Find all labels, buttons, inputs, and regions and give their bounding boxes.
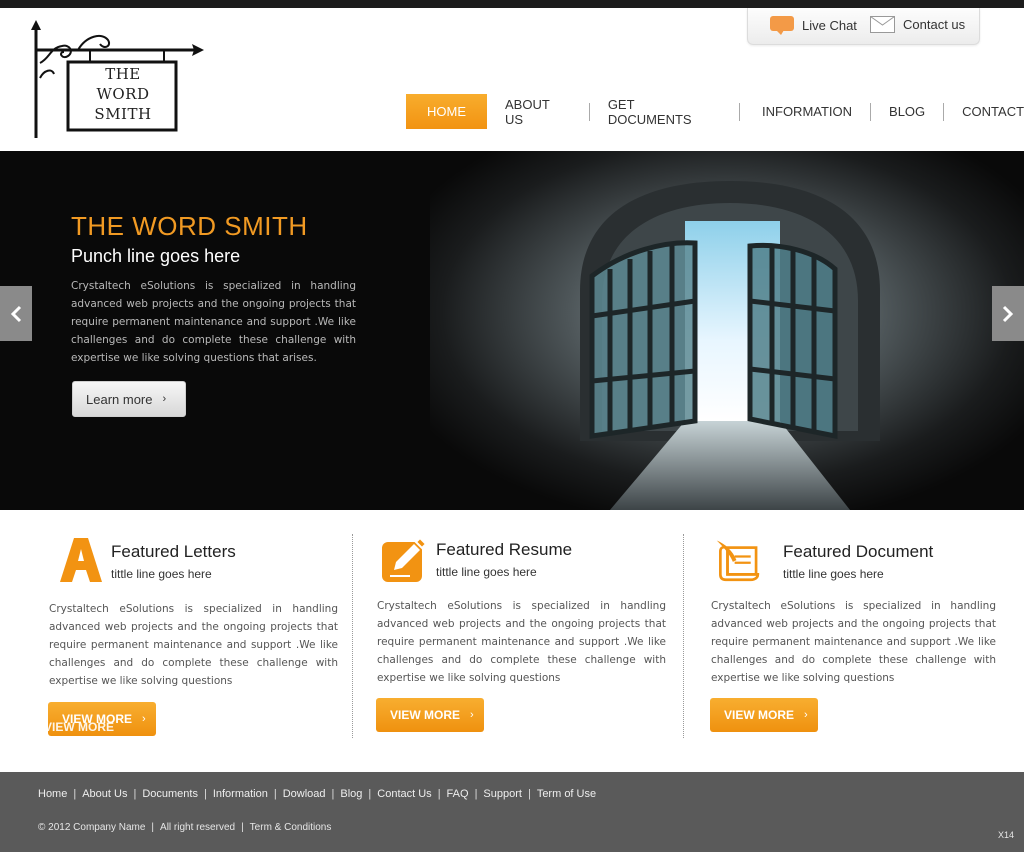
- feature-title: Featured Resume: [436, 540, 573, 559]
- footer-divider: |: [331, 788, 335, 800]
- hero-title: THE WORD SMITH: [71, 211, 308, 241]
- main-nav: HOME ABOUT US GET DOCUMENTS INFORMATION …: [406, 94, 1024, 129]
- column-divider: [352, 534, 353, 738]
- footer-divider: |: [437, 788, 441, 800]
- top-strip: [0, 0, 1024, 8]
- nav-label: HOME: [427, 104, 466, 119]
- feature-subtitle: tittle line goes here: [111, 567, 212, 581]
- chat-bubble-icon: [770, 16, 794, 35]
- footer-divider: |: [241, 822, 244, 833]
- pencil-edit-icon: [382, 536, 428, 582]
- learn-more-label: Learn more: [86, 391, 153, 407]
- feature-description: Crystaltech eSolutions is specialized in…: [711, 600, 996, 684]
- footer-link-download[interactable]: Dowload: [283, 788, 326, 800]
- logo-line: WORD: [96, 85, 150, 103]
- nav-label: GET DOCUMENTS: [607, 96, 692, 127]
- learn-more-button[interactable]: Learn more ›: [72, 381, 186, 417]
- footer-link-information[interactable]: Information: [213, 788, 268, 800]
- footer-link-blog[interactable]: Blog: [340, 788, 362, 800]
- footer-divider: |: [133, 788, 137, 800]
- feature-subtitle: tittle line goes here: [436, 565, 537, 579]
- logo-line: SMITH: [94, 105, 152, 123]
- nav-label: BLOG: [889, 104, 926, 119]
- feature-subtitle: tittle line goes here: [783, 567, 884, 581]
- footer-link-support[interactable]: Support: [483, 788, 522, 800]
- rights-text: All right reserved: [160, 822, 236, 833]
- feature-description: Crystaltech eSolutions is specialized in…: [377, 600, 666, 684]
- scroll-quill-icon: [716, 540, 760, 582]
- nav-item-about-us[interactable]: ABOUT US: [487, 94, 589, 129]
- feature-title: Featured Document: [783, 542, 934, 561]
- column-divider: [683, 534, 684, 738]
- hero-slider: THE WORD SMITH Punch line goes here Crys…: [0, 151, 1024, 510]
- chevron-right-icon: [1002, 305, 1014, 322]
- site-logo[interactable]: THE WORD SMITH: [30, 18, 210, 142]
- tunnel-gate-image: [430, 151, 1024, 510]
- nav-item-home[interactable]: HOME: [406, 94, 487, 129]
- view-more-ghost-text: VIEW MORE: [44, 720, 115, 734]
- logo-line: THE: [105, 65, 141, 83]
- live-chat-link[interactable]: Live Chat: [770, 16, 857, 35]
- footer-divider: |: [474, 788, 478, 800]
- chevron-right-icon: ›: [804, 709, 808, 721]
- nav-item-blog[interactable]: BLOG: [871, 94, 943, 129]
- terms-link[interactable]: Term & Conditions: [250, 822, 332, 833]
- view-more-label: VIEW MORE: [390, 708, 461, 722]
- footer-divider: |: [368, 788, 372, 800]
- letter-a-icon: [60, 538, 102, 582]
- feature-description: Crystaltech eSolutions is specialized in…: [49, 603, 338, 687]
- chevron-right-icon: ›: [470, 709, 474, 721]
- footer-link-contact-us[interactable]: Contact Us: [377, 788, 431, 800]
- hero-description: Crystaltech eSolutions is specialized in…: [71, 280, 356, 364]
- footer-link-terms-of-use[interactable]: Term of Use: [537, 788, 596, 800]
- view-more-label: VIEW MORE: [724, 708, 795, 722]
- footer-divider: |: [273, 788, 277, 800]
- live-chat-label: Live Chat: [802, 18, 857, 33]
- chevron-right-icon: ›: [162, 393, 167, 405]
- nav-label: INFORMATION: [762, 104, 853, 119]
- nav-item-get-documents[interactable]: GET DOCUMENTS: [590, 94, 739, 129]
- footer-divider: |: [151, 822, 155, 833]
- footer-badge: X14: [998, 830, 1015, 840]
- view-more-button[interactable]: VIEW MORE ›: [376, 698, 484, 732]
- footer-link-faq[interactable]: FAQ: [447, 788, 469, 800]
- footer-copyright: © 2012 Company Name | All right reserved |…: [38, 822, 331, 833]
- footer-nav: Home | About Us | Documents | Information | …: [38, 788, 596, 800]
- chevron-right-icon: ›: [142, 713, 146, 725]
- footer-divider: |: [527, 788, 531, 800]
- contact-us-label: Contact us: [903, 17, 966, 32]
- footer-link-home[interactable]: Home: [38, 788, 67, 800]
- nav-item-contact[interactable]: CONTACT: [944, 94, 1024, 129]
- envelope-icon: [870, 16, 895, 33]
- view-more-button[interactable]: VIEW MORE ›: [710, 698, 818, 732]
- footer-divider: |: [73, 788, 77, 800]
- nav-item-information[interactable]: INFORMATION: [740, 94, 870, 129]
- logo-text: THE WORD SMITH: [68, 64, 178, 124]
- site-footer: Home | About Us | Documents | Information | …: [0, 772, 1024, 852]
- slider-prev-button[interactable]: [0, 286, 32, 341]
- utility-bar: Live Chat Contact us: [747, 8, 980, 45]
- chevron-left-icon: [10, 305, 22, 322]
- hero-subtitle: Punch line goes here: [71, 246, 241, 266]
- feature-title: Featured Letters: [111, 542, 236, 561]
- nav-label: ABOUT US: [505, 96, 550, 127]
- slider-next-button[interactable]: [992, 286, 1024, 341]
- footer-link-about-us[interactable]: About Us: [82, 788, 127, 800]
- footer-link-documents[interactable]: Documents: [142, 788, 198, 800]
- nav-label: CONTACT: [962, 104, 1024, 119]
- contact-us-link[interactable]: Contact us: [870, 16, 965, 33]
- footer-divider: |: [203, 788, 207, 800]
- copyright-text: © 2012 Company Name: [38, 822, 146, 833]
